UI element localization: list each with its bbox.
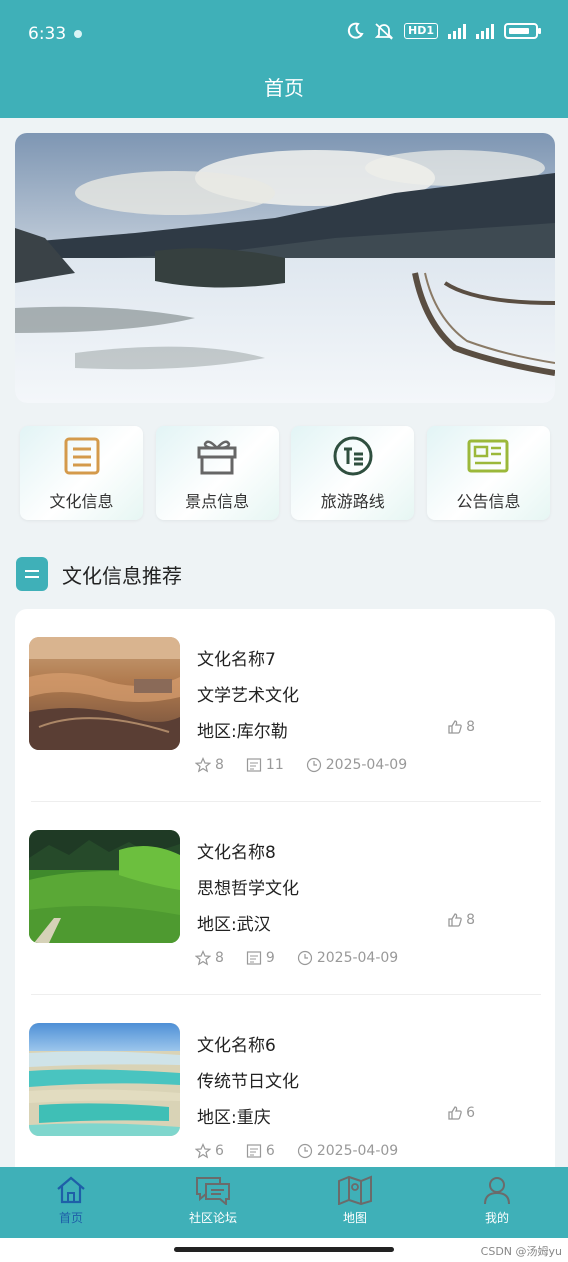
quick-link-label: 公告信息: [456, 492, 521, 511]
item-favorites: 8: [215, 950, 224, 966]
item-likes[interactable]: 6: [447, 1105, 475, 1121]
clock-icon: [297, 950, 312, 966]
item-category: 文学艺术文化: [197, 686, 299, 706]
star-icon: [195, 757, 211, 773]
star-icon: [195, 1143, 211, 1159]
item-region: 地区:库尔勒: [197, 722, 288, 742]
user-icon: [484, 1177, 510, 1205]
quick-link-attractions[interactable]: 景点信息: [155, 426, 279, 520]
notice-card-icon: [466, 434, 510, 478]
quick-link-notices[interactable]: 公告信息: [426, 426, 550, 520]
item-meta: 6 6 2025-04-09: [195, 1143, 420, 1159]
item-category: 传统节日文化: [197, 1072, 299, 1092]
views-icon: [246, 951, 262, 965]
tab-home[interactable]: 首页: [0, 1167, 142, 1238]
mute-icon: [374, 23, 394, 40]
signal-icon: [476, 23, 494, 39]
item-date: 2025-04-09: [325, 757, 408, 773]
item-region: 地区:重庆: [197, 1108, 271, 1128]
thumbs-up-icon: [448, 720, 462, 734]
route-list-icon: [331, 434, 375, 478]
battery-icon: [504, 23, 541, 39]
item-views: 9: [265, 950, 275, 966]
tab-forum[interactable]: 社区论坛: [142, 1167, 284, 1238]
quick-link-label: 旅游路线: [320, 492, 385, 511]
item-views: 6: [265, 1143, 275, 1159]
quick-link-culture[interactable]: 文化信息: [20, 426, 143, 520]
item-favorites: 6: [215, 1143, 224, 1159]
item-date: 2025-04-09: [316, 950, 399, 966]
item-thumbnail: [29, 1023, 180, 1136]
item-thumbnail: [29, 637, 180, 750]
chat-icon: [196, 1177, 230, 1205]
status-time: 6:33: [28, 24, 67, 44]
item-meta: 8 9 2025-04-09: [195, 950, 420, 966]
list-item[interactable]: 文化名称6 传统节日文化 地区:重庆 6 6 6 2025-04-09: [15, 995, 555, 1188]
signal-icon: [448, 23, 466, 39]
section-title: 文化信息推荐: [62, 563, 182, 588]
home-icon: [57, 1176, 85, 1204]
list-item[interactable]: 文化名称8 思想哲学文化 地区:武汉 8 8 9 2025-04-09: [15, 802, 555, 995]
item-likes-count: 8: [466, 912, 475, 928]
bottom-tab-bar: 首页 社区论坛 地图 我的: [0, 1167, 568, 1238]
thumbs-up-icon: [448, 913, 462, 927]
list-item[interactable]: 文化名称7 文学艺术文化 地区:库尔勒 8 8 11 2025-04-09: [15, 609, 555, 802]
item-name: 文化名称7: [197, 650, 276, 670]
recommend-list: 文化名称7 文学艺术文化 地区:库尔勒 8 8 11 2025-04-09 文化…: [15, 609, 555, 1209]
quick-link-label: 景点信息: [185, 492, 250, 511]
star-icon: [195, 950, 211, 966]
system-nav-bar: CSDN @汤姆yu: [0, 1238, 568, 1262]
clock-icon: [297, 1143, 312, 1159]
quick-link-routes[interactable]: 旅游路线: [291, 426, 415, 520]
item-favorites: 8: [215, 757, 224, 773]
item-likes[interactable]: 8: [447, 912, 475, 928]
tab-label: 社区论坛: [188, 1211, 237, 1225]
hd-badge: HD1: [404, 23, 438, 39]
tab-map[interactable]: 地图: [284, 1167, 426, 1238]
item-region: 地区:武汉: [197, 915, 271, 935]
watermark: CSDN @汤姆yu: [480, 1245, 562, 1258]
item-meta: 8 11 2025-04-09: [195, 757, 429, 773]
home-indicator[interactable]: [174, 1247, 394, 1252]
quick-link-label: 文化信息: [49, 492, 114, 511]
item-likes[interactable]: 8: [447, 719, 475, 735]
item-date: 2025-04-09: [316, 1143, 399, 1159]
gift-icon: [195, 434, 239, 478]
item-views: 11: [265, 757, 284, 773]
item-category: 思想哲学文化: [197, 879, 299, 899]
thumbs-up-icon: [448, 1106, 462, 1120]
tab-label: 我的: [484, 1211, 509, 1225]
moon-icon: [347, 22, 364, 39]
views-icon: [246, 758, 262, 772]
section-header: 文化信息推荐: [16, 557, 182, 591]
document-list-icon: [60, 434, 104, 478]
item-thumbnail: [29, 830, 180, 943]
item-name: 文化名称6: [197, 1036, 276, 1056]
tab-label: 首页: [58, 1211, 83, 1225]
views-icon: [246, 1144, 262, 1158]
banner-image[interactable]: [15, 133, 555, 403]
quick-links: 文化信息 景点信息 旅游路线 公告信息: [20, 426, 550, 520]
list-icon: [16, 557, 48, 591]
tab-mine[interactable]: 我的: [426, 1167, 568, 1238]
item-name: 文化名称8: [197, 843, 276, 863]
status-notification-dot: [74, 30, 82, 38]
status-icons: HD1: [346, 22, 541, 40]
status-bar: 6:33 HD1: [0, 0, 568, 66]
map-icon: [338, 1175, 372, 1205]
page-title: 首页: [0, 66, 568, 118]
tab-label: 地图: [342, 1211, 367, 1225]
clock-icon: [306, 757, 321, 773]
item-likes-count: 6: [466, 1105, 475, 1121]
item-likes-count: 8: [466, 719, 475, 735]
